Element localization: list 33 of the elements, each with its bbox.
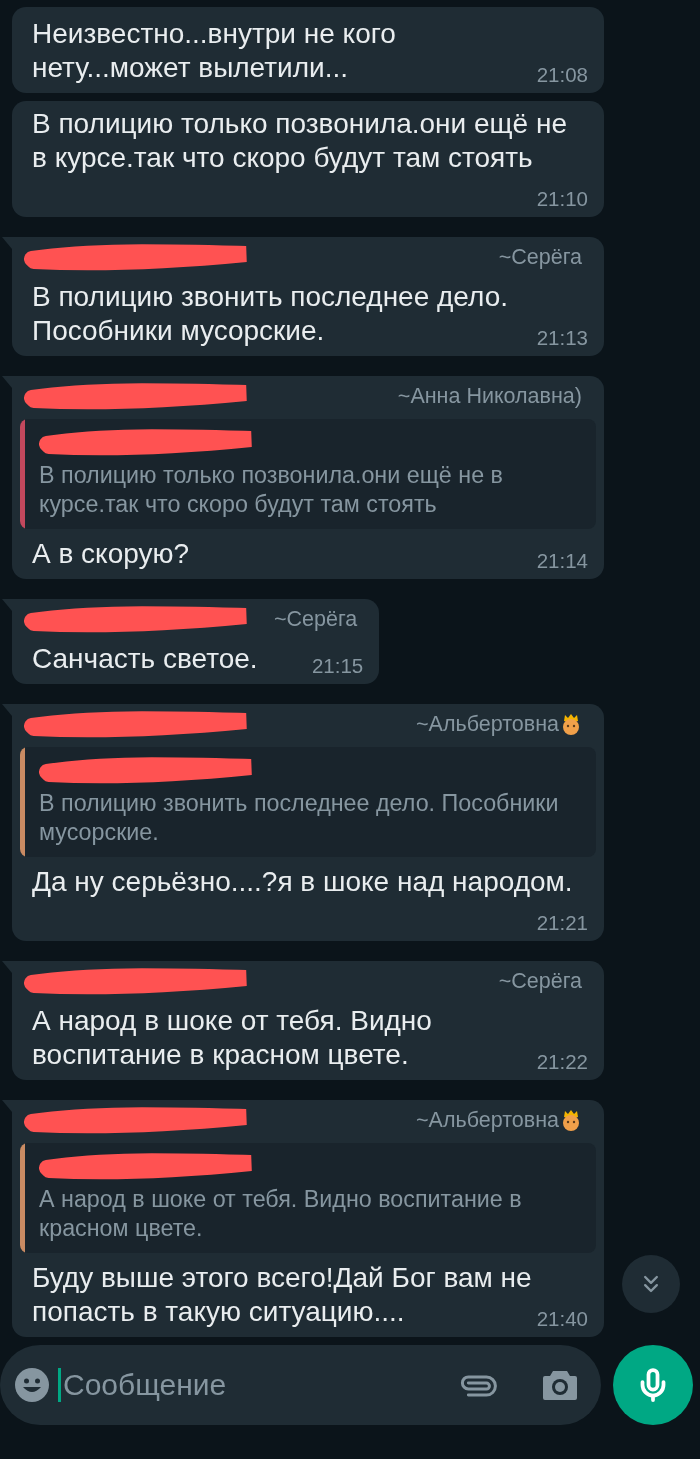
message-time: 21:22 <box>536 1050 588 1074</box>
emoji-icon[interactable] <box>14 1367 50 1403</box>
quoted-message[interactable]: В полицию звонить последнее дело. Пособники мусорские. <box>20 747 596 857</box>
quoted-message[interactable]: А народ в шоке от тебя. Видно воспитание в красном цвете. <box>20 1143 596 1253</box>
quoted-text: В полицию звонить последнее дело. Пособники мусорские. <box>39 789 560 847</box>
camera-icon <box>541 1368 579 1402</box>
message-text: Да ну серьёзно....?я в шоке над народом. <box>32 866 573 897</box>
message-text: Буду выше этого всего!Дай Бог вам не попасть в такую ситуацию.... <box>32 1262 532 1327</box>
message-text: В полицию только позвонила.они ещё не в курсе.так что скоро будут там стоять <box>32 108 567 173</box>
sender-name: ~Альбертовна <box>416 1107 582 1133</box>
sender-name: ~Серёга <box>498 968 582 994</box>
message-time: 21:40 <box>536 1307 588 1331</box>
message-field[interactable]: Сообщение <box>63 1368 449 1402</box>
message-text: Неизвестно...внутри не кого нету...может вылетили... <box>32 18 396 83</box>
sender-name: ~Альбертовна <box>416 711 582 737</box>
message-input-bar[interactable]: Сообщение <box>0 1345 601 1425</box>
message-time: 21:10 <box>536 187 588 211</box>
quoted-text: А народ в шоке от тебя. Видно воспитание в красном цвете. <box>39 1185 523 1243</box>
message-time: 21:13 <box>536 326 588 350</box>
sender-name: ~Серёга <box>498 244 582 270</box>
message-time: 21:21 <box>536 911 588 935</box>
message-time: 21:08 <box>536 63 588 87</box>
message-time: 21:14 <box>536 549 588 573</box>
message-text: В полицию звонить последнее дело. Пособники мусорские. <box>32 281 508 346</box>
message-time: 21:15 <box>311 654 364 678</box>
sender-name: ~Серёга <box>274 606 358 632</box>
sender-name: ~Анна Николавна) <box>397 383 582 409</box>
text-cursor <box>58 1368 61 1402</box>
message-text: А народ в шоке от тебя. Видно воспитание в красном цвете. <box>32 1005 432 1070</box>
message-text: Санчасть светое. <box>32 643 258 674</box>
message-text: А в скорую? <box>32 538 190 569</box>
quoted-text: В полицию только позвонила.они ещё не в курсе.так что скоро будут там стоять <box>39 461 504 519</box>
quoted-message[interactable]: В полицию только позвонила.они ещё не в курсе.так что скоро будут там стоять <box>20 419 596 529</box>
